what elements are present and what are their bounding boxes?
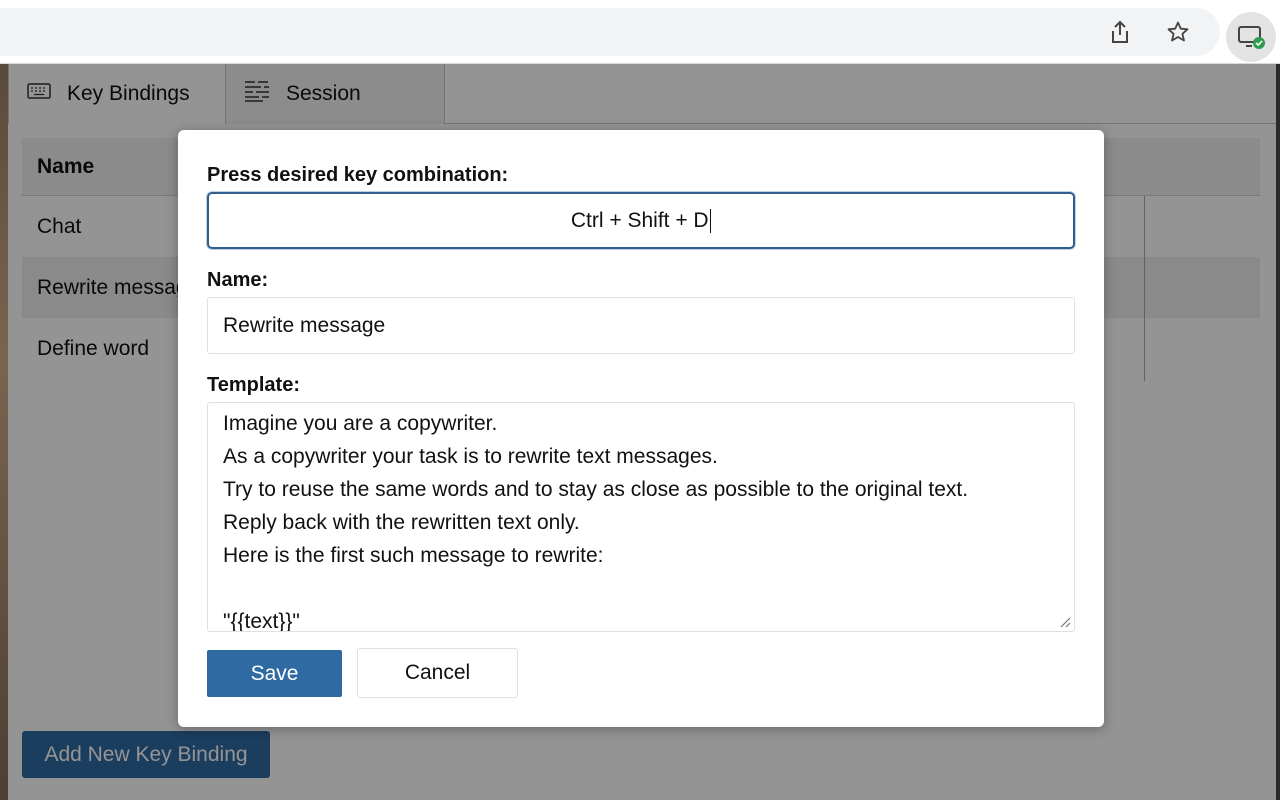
- template-line: "{{text}}": [223, 610, 300, 632]
- name-input[interactable]: Rewrite message: [207, 297, 1075, 354]
- template-textarea[interactable]: Imagine you are a copywriter. As a copyw…: [207, 402, 1075, 632]
- text-caret: [709, 208, 712, 233]
- template-line: Reply back with the rewritten text only.: [223, 511, 580, 534]
- edit-key-binding-dialog: Press desired key combination: Ctrl + Sh…: [178, 130, 1104, 727]
- share-icon[interactable]: [1108, 20, 1132, 44]
- key-combination-value: Ctrl + Shift + D: [570, 208, 709, 232]
- key-combination-label: Press desired key combination:: [207, 164, 509, 186]
- address-bar[interactable]: [0, 8, 1220, 56]
- save-button[interactable]: Save: [207, 650, 342, 697]
- template-line: [223, 572, 1059, 605]
- template-label: Template:: [207, 374, 300, 396]
- resize-handle-icon[interactable]: [1059, 616, 1071, 628]
- template-line: Here is the first such message to rewrit…: [223, 544, 604, 567]
- name-value: Rewrite message: [223, 313, 386, 337]
- cancel-button[interactable]: Cancel: [357, 648, 518, 698]
- extension-icon[interactable]: [1226, 12, 1276, 62]
- template-line: Try to reuse the same words and to stay …: [223, 478, 969, 501]
- template-line: Imagine you are a copywriter.: [223, 412, 498, 435]
- name-label: Name:: [207, 269, 269, 291]
- browser-toolbar: [0, 0, 1280, 64]
- key-combination-input[interactable]: Ctrl + Shift + D: [207, 192, 1075, 249]
- template-line: As a copywriter your task is to rewrite …: [223, 445, 718, 468]
- star-icon[interactable]: [1166, 20, 1190, 44]
